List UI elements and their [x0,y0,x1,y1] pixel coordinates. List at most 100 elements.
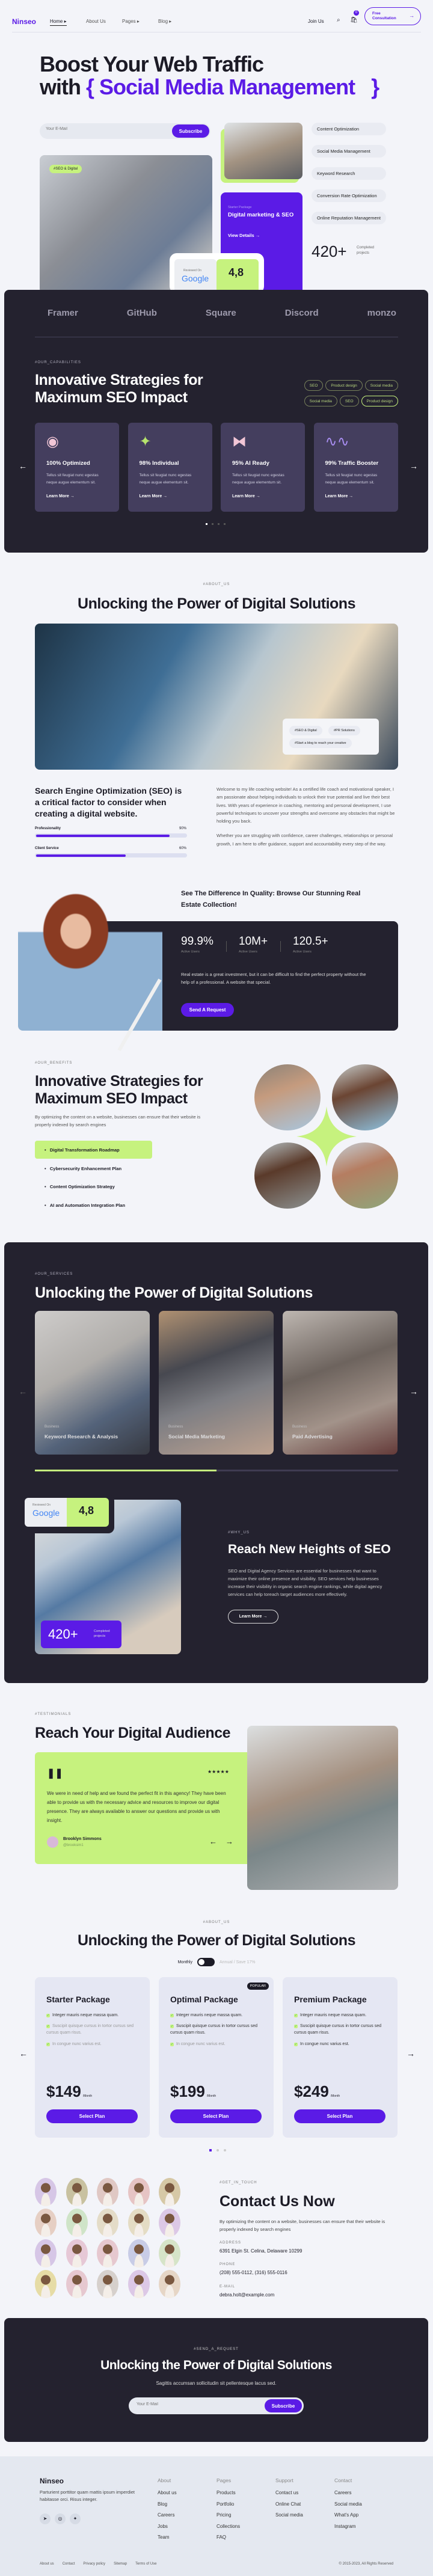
benefit-item[interactable]: • Cybersecurity Enhancement Plan [45,1166,121,1171]
toggle-switch[interactable] [197,1958,215,1966]
nav-home[interactable]: Home ▸ [50,19,67,26]
footer-link[interactable]: About us [40,2562,54,2566]
learn-more-link[interactable]: Learn More → [46,494,75,498]
select-plan-button[interactable]: Select Plan [294,2109,385,2123]
tag[interactable]: Social Media Management [312,145,386,158]
arrow-left-icon[interactable]: ← [19,461,27,471]
footer-link[interactable]: Pricing [216,2512,240,2518]
arrow-right-icon[interactable]: → [226,1837,233,1846]
dot[interactable] [218,523,220,525]
cart-icon[interactable]: 🛍︎ [350,17,358,23]
team-avatar [35,2209,57,2237]
capability-card[interactable]: ⧓ 95% AI Ready Tellus sit feugiat nunc e… [221,423,305,512]
footer-logo[interactable]: Ninseo [40,2477,64,2485]
email-input[interactable] [137,2402,245,2406]
benefit-item[interactable]: • Digital Transformation Roadmap [45,1147,120,1153]
capability-card[interactable]: ∿∿ 99% Traffic Booster Tellus sit feugia… [313,423,398,512]
learn-more-button[interactable]: Learn More → [228,1610,278,1624]
chip[interactable]: SEO [304,380,324,391]
chip[interactable]: Product design [361,396,398,406]
footer-link[interactable]: Social media [275,2512,303,2518]
send-request-button[interactable]: Send A Request [181,1003,234,1017]
arrow-left-icon[interactable]: ← [19,2049,28,2058]
github-logo: GitHub [126,308,157,318]
footer-column-title: About [158,2477,171,2483]
view-details-link[interactable]: View Details → [228,233,260,238]
nav-about[interactable]: About Us [86,19,106,24]
arrow-right-icon[interactable]: → [410,461,418,471]
arrow-right-icon[interactable]: → [410,1387,418,1396]
capability-card[interactable]: ✦ 98% Individual Tellus sit feugiat nunc… [127,423,212,512]
join-us-link[interactable]: Join Us [308,19,324,24]
projects-stat: 420+ [312,242,347,260]
footer-link[interactable]: Products [216,2490,240,2495]
twitter-icon[interactable]: ✦ [70,2513,81,2524]
footer-link[interactable]: Contact us [275,2490,303,2495]
subscribe-button[interactable]: Subscribe [265,2399,302,2412]
nav-pages[interactable]: Pages ▸ [122,19,140,24]
hero-title-with: with [40,75,81,99]
telegram-icon[interactable]: ➤ [40,2513,51,2524]
nav-blog[interactable]: Blog ▸ [158,19,171,24]
benefit-item[interactable]: • AI and Automation Integration Plan [45,1203,125,1208]
dot[interactable] [216,2149,219,2151]
dot[interactable] [224,2149,226,2151]
cta-email-form: Subscribe [129,2397,304,2414]
instagram-icon[interactable]: ◎ [55,2513,66,2524]
select-plan-button[interactable]: Select Plan [46,2109,138,2123]
footer-link[interactable]: Jobs [158,2524,177,2529]
select-plan-button[interactable]: Select Plan [170,2109,262,2123]
arrow-left-icon[interactable]: ← [209,1837,217,1846]
email-input[interactable] [46,127,154,131]
footer-link[interactable]: Careers [158,2512,177,2518]
logo[interactable]: Ninseo [12,17,36,26]
footer-link[interactable]: Team [158,2535,177,2540]
search-icon[interactable]: ⌕ [337,17,340,23]
tag[interactable]: Online Reputation Management [312,212,386,224]
chip[interactable]: Social media [304,396,337,406]
annual-label[interactable]: Annual / Save 17% [220,1960,256,1964]
footer-link[interactable]: Terms of Use [135,2562,156,2566]
service-card[interactable]: Business Social Media Marketing [159,1311,274,1455]
tag[interactable]: Content Optimization [312,123,386,135]
learn-more-link[interactable]: Learn More → [232,494,260,498]
footer-link[interactable]: Careers [334,2490,362,2495]
free-consultation-button[interactable]: Free Consultation → [364,7,421,25]
dot[interactable] [224,523,226,525]
footer-link[interactable]: FAQ [216,2535,240,2540]
tag[interactable]: Keyword Research [312,167,386,180]
footer-link[interactable]: Instagram [334,2524,362,2529]
footer-link[interactable]: Portfolio [216,2501,240,2507]
service-card[interactable]: Business Keyword Research & Analysis [35,1311,150,1455]
email-value[interactable]: debra.holt@example.com [220,2292,274,2298]
arrow-right-icon[interactable]: → [407,2049,415,2058]
capability-card[interactable]: ◉ 100% Optimized Tellus sit feugiat nunc… [35,423,119,512]
footer-link[interactable]: About us [158,2490,177,2495]
monthly-label[interactable]: Monthly [177,1960,192,1964]
chip[interactable]: Social media [364,380,398,391]
dot-active[interactable] [206,523,207,525]
section-label: #TESTIMONIALS [35,1713,72,1716]
chip[interactable]: Product design [325,380,363,391]
projects-card: 420+ Completed projects [41,1621,121,1648]
benefit-item[interactable]: • Content Optimization Strategy [45,1184,115,1189]
footer-link[interactable]: Privacy policy [83,2562,105,2566]
footer-link[interactable]: Contact [63,2562,75,2566]
dot[interactable] [212,523,213,525]
dot-active[interactable] [209,2149,212,2151]
footer-link[interactable]: Sitemap [114,2562,127,2566]
service-card[interactable]: Business Paid Advertising [283,1311,398,1455]
eye-icon: ◉ [46,434,59,450]
phone-value[interactable]: (208) 555-0112, (316) 555-0116 [220,2270,287,2275]
footer-link[interactable]: Blog [158,2501,177,2507]
footer-link[interactable]: Social media [334,2501,362,2507]
footer-link[interactable]: Online Chat [275,2501,303,2507]
chip[interactable]: SEO [339,396,359,406]
footer-link[interactable]: What's App [334,2512,362,2518]
subscribe-button[interactable]: Subscribe [172,124,209,138]
footer-link[interactable]: Collections [216,2524,240,2529]
learn-more-link[interactable]: Learn More → [325,494,354,498]
learn-more-link[interactable]: Learn More → [140,494,168,498]
arrow-left-icon[interactable]: ← [19,1387,27,1396]
tag[interactable]: Conversion Rate Optimization [312,189,386,202]
